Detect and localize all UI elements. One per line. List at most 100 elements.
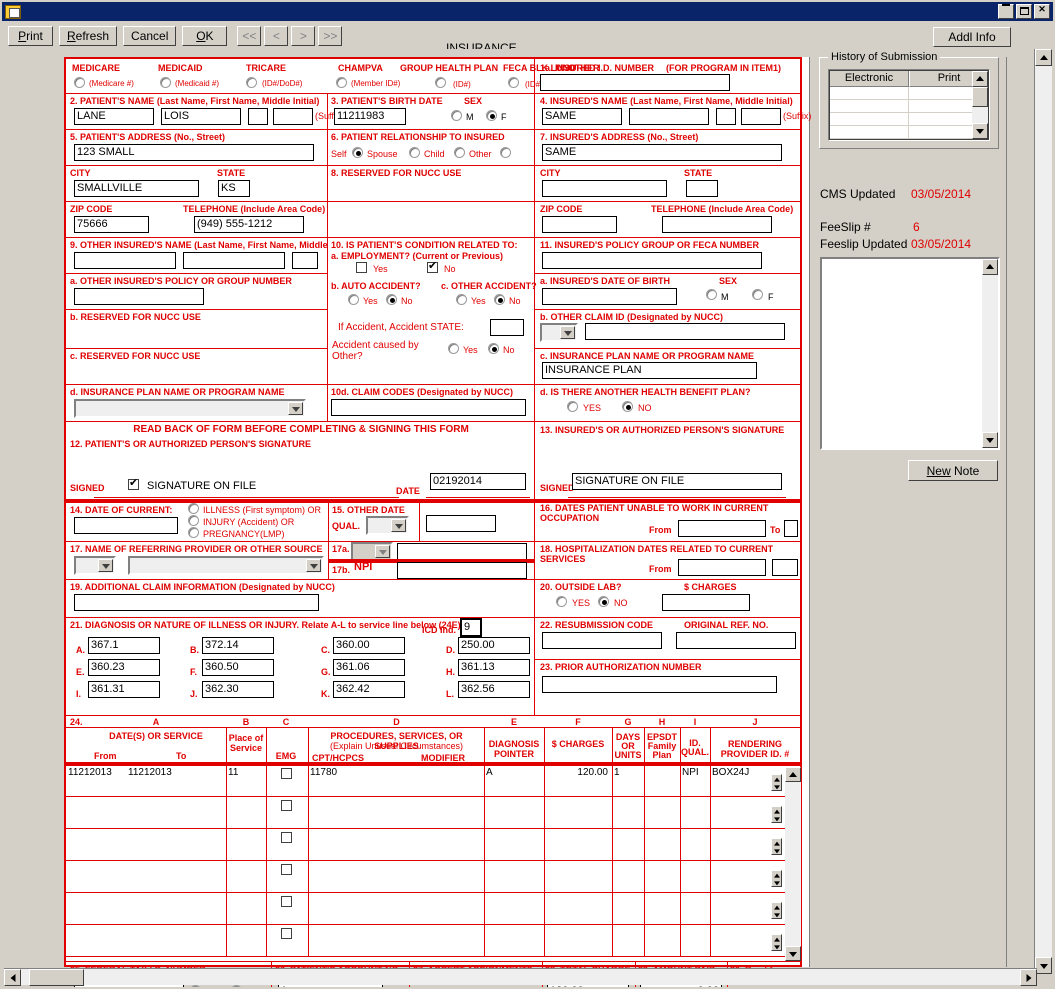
chevron-down-icon[interactable] <box>306 559 321 572</box>
box21-icd-indicator-input[interactable]: 9 <box>460 618 482 637</box>
box5-city-input[interactable]: SMALLVILLE <box>74 180 199 197</box>
box6-self-radio[interactable] <box>352 147 363 158</box>
box25-ein-radio[interactable] <box>231 985 242 987</box>
box9d-plan-select[interactable] <box>74 399 306 418</box>
chevron-down-icon[interactable] <box>98 559 113 572</box>
box2-first-name-input[interactable]: LOIS <box>161 108 241 125</box>
scroll-up-icon[interactable] <box>785 767 801 782</box>
box15-qualifier-select[interactable] <box>366 516 409 535</box>
notes-textarea[interactable] <box>820 257 1000 450</box>
minimize-icon[interactable] <box>998 4 1014 19</box>
box21-code-d-input[interactable]: 250.00 <box>458 637 530 654</box>
box5-zip-input[interactable]: 75666 <box>74 216 149 233</box>
box2-middle-initial-input[interactable] <box>248 108 268 125</box>
chevron-down-icon[interactable] <box>391 519 406 532</box>
chevron-down-icon[interactable] <box>288 402 303 415</box>
service-line-to[interactable]: 11212013 <box>128 767 185 778</box>
service-line-pointer[interactable]: A <box>486 767 540 778</box>
service-line-spinner[interactable] <box>771 870 782 887</box>
box7-city-input[interactable] <box>542 180 667 197</box>
box3-female-radio[interactable] <box>486 110 497 121</box>
box17b-npi-input[interactable] <box>397 562 527 579</box>
notes-scrollbar[interactable] <box>982 259 998 448</box>
box21-code-c-input[interactable]: 360.00 <box>333 637 405 654</box>
box9-last-name-input[interactable] <box>74 252 176 269</box>
box10c-yes-radio[interactable] <box>456 294 467 305</box>
scroll-left-icon[interactable] <box>4 969 21 986</box>
box6-child-radio[interactable] <box>454 147 465 158</box>
box3-male-radio[interactable] <box>451 110 462 121</box>
chevron-down-icon[interactable] <box>560 326 575 339</box>
box5-address-input[interactable]: 123 SMALL <box>74 144 314 161</box>
box7-telephone-input[interactable] <box>662 216 772 233</box>
box20-yes-radio[interactable] <box>556 596 567 607</box>
box10d-claim-codes-input[interactable] <box>331 399 526 416</box>
cancel-button[interactable]: Cancel <box>123 26 177 46</box>
scroll-down-icon[interactable] <box>1035 957 1052 974</box>
box17-provider-select[interactable] <box>128 556 324 575</box>
box14-illness-radio[interactable] <box>188 503 199 514</box>
scroll-down-icon[interactable] <box>982 432 998 448</box>
box21-code-i-input[interactable]: 361.31 <box>88 681 160 698</box>
service-line-units[interactable]: 1 <box>614 767 640 778</box>
box11d-no-radio[interactable] <box>622 401 633 412</box>
box11b-claim-id-input[interactable] <box>585 323 785 340</box>
scrollbar-track[interactable] <box>1035 66 1052 957</box>
box10a-yes-checkbox[interactable] <box>356 262 367 273</box>
box5-telephone-input[interactable]: (949) 555-1212 <box>194 216 304 233</box>
scroll-up-icon[interactable] <box>982 259 998 275</box>
box14-injury-radio[interactable] <box>188 515 199 526</box>
scroll-right-icon[interactable] <box>1020 969 1037 986</box>
box1-champva-radio[interactable] <box>336 77 347 88</box>
table-row[interactable] <box>829 87 989 100</box>
addl-info-button[interactable]: Addl Info <box>933 27 1011 47</box>
box6-other-radio[interactable] <box>500 147 511 158</box>
box1-tricare-radio[interactable] <box>246 77 257 88</box>
box7-zip-input[interactable] <box>542 216 617 233</box>
window-vertical-scrollbar[interactable] <box>1034 49 1052 974</box>
service-line-provider[interactable]: BOX24J <box>712 767 774 778</box>
service-line-spinner[interactable] <box>771 774 782 791</box>
box17-qualifier-select[interactable] <box>74 556 116 575</box>
box9a-policy-input[interactable] <box>74 288 204 305</box>
box21-code-b-input[interactable]: 372.14 <box>202 637 274 654</box>
box11b-qualifier-select[interactable] <box>540 323 578 342</box>
new-note-button[interactable]: New Note <box>908 460 998 481</box>
service-line-qual[interactable]: NPI <box>682 767 708 778</box>
first-record-button[interactable]: << <box>237 26 262 46</box>
service-line-emg-checkbox[interactable] <box>281 832 292 843</box>
scroll-down-icon[interactable] <box>785 946 801 961</box>
box10b-no-radio[interactable] <box>386 294 397 305</box>
box21-code-k-input[interactable]: 362.42 <box>333 681 405 698</box>
box7-state-input[interactable] <box>686 180 718 197</box>
box15-other-date-input[interactable] <box>426 515 496 532</box>
scroll-up-icon[interactable] <box>1035 49 1052 66</box>
box18-from-input[interactable] <box>678 559 766 576</box>
box12-signature-on-file-checkbox[interactable] <box>128 477 139 490</box>
box1-medicaid-radio[interactable] <box>160 77 171 88</box>
box14-date-input[interactable] <box>74 517 178 534</box>
box22-resubmission-input[interactable] <box>542 632 662 649</box>
box1a-insured-id-input[interactable] <box>540 74 730 91</box>
column-electronic[interactable]: Electronic <box>829 70 909 87</box>
box2-last-name-input[interactable]: LANE <box>74 108 154 125</box>
service-line-emg-checkbox[interactable] <box>281 896 292 907</box>
close-icon[interactable]: ✕ <box>1034 4 1050 19</box>
box1-feca-radio[interactable] <box>508 77 519 88</box>
box4-suffix-input[interactable] <box>741 108 781 125</box>
box12-date-input[interactable]: 02192014 <box>430 473 526 490</box>
service-table-scrollbar[interactable] <box>785 767 801 961</box>
ok-button[interactable]: OK <box>182 26 228 46</box>
print-button[interactable]: Print <box>8 26 53 46</box>
service-line-emg-checkbox[interactable] <box>281 864 292 875</box>
box4-last-name-input[interactable]: SAME <box>542 108 622 125</box>
scroll-up-icon[interactable] <box>972 71 988 87</box>
box11a-dob-input[interactable] <box>542 288 677 305</box>
box5-state-input[interactable]: KS <box>218 180 250 197</box>
table-row[interactable] <box>829 100 989 113</box>
box16-to-input[interactable] <box>784 520 798 537</box>
box20-no-radio[interactable] <box>598 596 609 607</box>
box11c-plan-name-input[interactable]: INSURANCE PLAN <box>542 362 757 379</box>
chevron-down-icon[interactable] <box>375 545 390 558</box>
box2-suffix-input[interactable] <box>273 108 313 125</box>
